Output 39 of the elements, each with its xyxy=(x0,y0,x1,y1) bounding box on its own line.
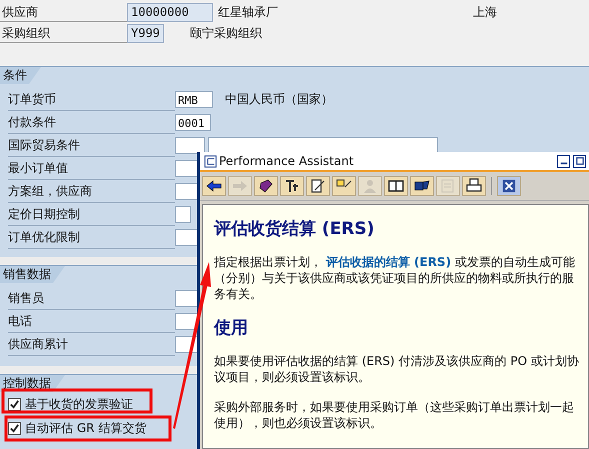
edit-icon[interactable] xyxy=(306,176,330,196)
maximize-button[interactable] xyxy=(573,154,586,168)
checkbox-label: 基于收货的发票验证 xyxy=(25,396,133,412)
input-field[interactable]: RMB xyxy=(175,91,213,108)
maximize-icon xyxy=(576,157,584,165)
field-label: 订单优化限制 xyxy=(8,226,175,248)
input-field[interactable]: 10000000 xyxy=(127,2,213,22)
field-description: 红星轴承厂 xyxy=(218,4,279,20)
input-field[interactable]: Y999 xyxy=(127,24,164,42)
field-label: 付款条件 xyxy=(8,112,175,134)
printer-icon[interactable] xyxy=(462,176,486,196)
help-paragraph: 如果要使用评估收据的结算 (ERS) 付清涉及该供应商的 PO 或计划协议项目，则必须设置该标识。 xyxy=(214,353,580,385)
city-text: 上海 xyxy=(473,4,497,20)
field-label: 销售员 xyxy=(8,288,175,310)
close-icon xyxy=(502,179,516,193)
open-book-icon[interactable] xyxy=(384,176,408,196)
checkbox[interactable] xyxy=(8,398,21,410)
field-label: 供应商累计 xyxy=(8,334,175,356)
field-label: 定价日期控制 xyxy=(8,204,175,226)
field-label: 电话 xyxy=(8,310,175,332)
field-label: 订单货币 xyxy=(8,88,175,110)
window-icon xyxy=(204,154,217,168)
field-label: 最小订单值 xyxy=(8,158,175,180)
field-label: 方案组，供应商 xyxy=(8,180,175,202)
field-description: 颐宁采购组织 xyxy=(190,24,263,42)
field-description: 中国人民币（国家） xyxy=(225,91,333,108)
help-paragraph: 采购外部服务时，如果要使用采购订单（这些采购订单出票计划一起使用），则也必须设置该标识。 xyxy=(214,399,575,431)
help-paragraph: 指定根据出票计划， 评估收据的结算 (ERS) 或发票的自动生成可能（分别）与关于该供应商或该凭证项目的所供应的物料或所执行的服务有关。 xyxy=(214,254,576,302)
input-field[interactable] xyxy=(175,137,205,154)
close-button[interactable] xyxy=(497,176,521,196)
input-field[interactable]: 0001 xyxy=(175,114,211,131)
checkbox[interactable] xyxy=(8,422,21,434)
field-label: 国际贸易条件 xyxy=(8,134,175,156)
help-heading: 使用 xyxy=(214,317,249,339)
input-field[interactable] xyxy=(175,206,191,223)
help-heading: 评估收货结算 (ERS) xyxy=(214,218,376,240)
checkbox-label: 自动评估 GR 结算交货 xyxy=(25,420,146,436)
minimize-button[interactable] xyxy=(557,154,570,168)
window-title: Performance Assistant xyxy=(219,154,355,168)
